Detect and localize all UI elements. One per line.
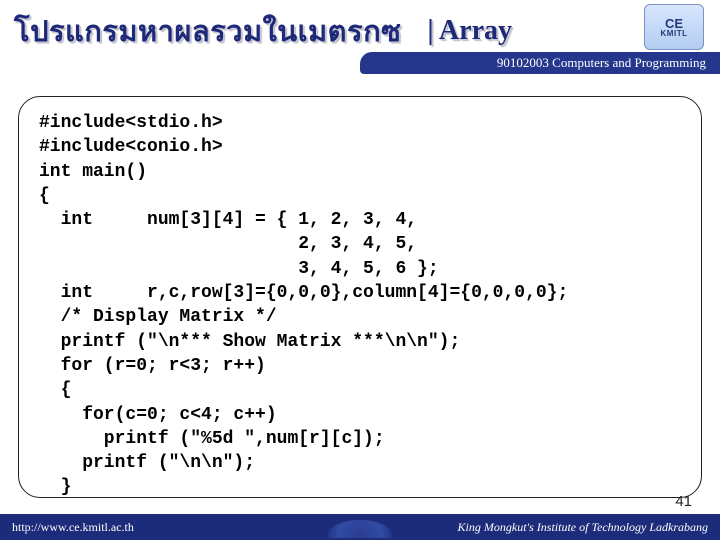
ce-kmitl-logo: CE KMITL [644, 4, 704, 50]
footer-ornament-icon [328, 520, 392, 538]
course-banner: 90102003 Computers and Programming [360, 52, 720, 74]
logo-line2: KMITL [661, 30, 688, 38]
slide-title-thai: โปรแกรมหาผลรวมในเมตรกซ [14, 8, 401, 54]
footer-url: http://www.ce.kmitl.ac.th [12, 520, 134, 535]
footer-bar: http://www.ce.kmitl.ac.th King Mongkut's… [0, 514, 720, 540]
footer-org: King Mongkut's Institute of Technology L… [458, 520, 708, 535]
slide-title-array: | Array [427, 15, 512, 47]
logo-line1: CE [665, 17, 683, 30]
page-number: 41 [675, 493, 692, 510]
code-block: #include<stdio.h> #include<conio.h> int … [18, 96, 702, 498]
